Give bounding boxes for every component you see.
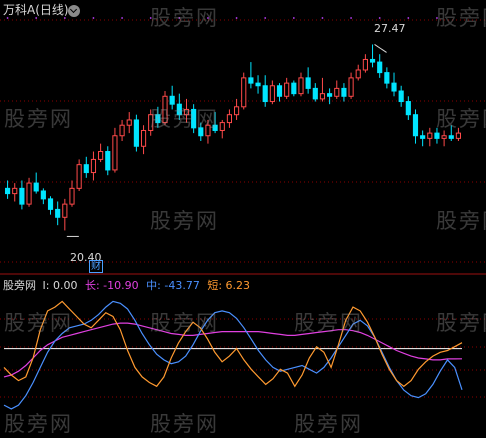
watermark: 股旁网 — [150, 412, 219, 436]
candle-body — [262, 85, 268, 103]
candle-body — [83, 164, 89, 174]
watermark: 股旁网 — [436, 6, 486, 30]
candle-body — [255, 82, 261, 87]
candle-body — [19, 187, 25, 205]
candle-body — [412, 114, 419, 137]
candle-body — [248, 77, 254, 84]
candle-body — [234, 106, 240, 116]
candle-body — [126, 119, 132, 126]
candle-body — [69, 187, 75, 205]
candle-body — [327, 93, 333, 97]
candle-body — [12, 187, 18, 195]
candle-body — [241, 77, 247, 108]
candle-body — [384, 72, 390, 84]
watermark: 股旁网 — [150, 107, 219, 131]
candle-body — [33, 182, 39, 192]
signal-dot — [407, 17, 410, 19]
short-value: 6.23 — [225, 279, 251, 292]
signal-dot — [92, 17, 95, 19]
chevron-down-icon[interactable] — [68, 5, 80, 17]
signal-dot — [35, 17, 38, 19]
candle-body — [298, 77, 304, 95]
candle-body — [391, 82, 397, 92]
candle-body — [405, 101, 411, 116]
candle-body — [377, 61, 383, 74]
watermark: 股旁网 — [294, 311, 363, 335]
candle-body — [26, 182, 32, 205]
candle-body — [334, 87, 340, 97]
gridlines — [0, 19, 486, 398]
watermark: 股旁网 — [150, 209, 219, 233]
candle-body — [90, 158, 97, 174]
candle-body — [355, 69, 361, 79]
candle-body — [98, 151, 104, 160]
candle-body — [312, 87, 318, 100]
watermark: 股旁网 — [4, 412, 73, 436]
candle-body — [55, 208, 61, 218]
candle-body — [398, 90, 404, 103]
signal-dot — [264, 17, 267, 19]
watermark: 股旁网 — [294, 412, 363, 436]
candle-body — [341, 87, 347, 97]
signal-dot — [350, 17, 352, 19]
chart-title: 万科A(日线) — [3, 3, 69, 17]
candle-body — [62, 203, 68, 218]
indicator-header: 股旁网 I: 0.00 长: -10.90 中: -43.77 短: 6.23 — [3, 279, 250, 292]
candle-body — [219, 122, 225, 131]
candle-body — [441, 135, 447, 139]
candlestick-series — [5, 44, 461, 231]
candle-body — [420, 135, 426, 139]
candle-body — [269, 85, 275, 103]
candle-body — [284, 82, 290, 97]
candle-body — [140, 129, 147, 147]
signal-dot — [235, 17, 238, 19]
candle-body — [348, 77, 354, 97]
candle-body — [305, 77, 311, 89]
indicator-name: 股旁网 — [3, 279, 36, 292]
watermark: 股旁网 — [150, 6, 219, 30]
high-price-label: 27.47 — [374, 22, 406, 35]
watermark: 股旁网 — [150, 311, 219, 335]
candle-body — [5, 187, 11, 195]
candle-body — [369, 58, 376, 63]
financial-report-badge[interactable]: 财 — [89, 260, 103, 273]
signal-dot — [63, 17, 66, 19]
mid-value: -43.77 — [164, 279, 200, 292]
candle-body — [119, 124, 125, 137]
watermark: 股旁网 — [436, 311, 486, 335]
signal-dot — [6, 17, 9, 19]
i-value: 0.00 — [52, 279, 78, 292]
long-value: -10.90 — [103, 279, 139, 292]
candle-body — [47, 198, 54, 210]
candle-body — [434, 132, 440, 139]
mid-label: 中: — [146, 279, 161, 292]
i-label: I: — [42, 279, 50, 292]
candle-body — [448, 135, 454, 139]
watermark: 股旁网 — [4, 311, 73, 335]
short-label: 短: — [207, 279, 223, 292]
signal-dot — [378, 17, 381, 19]
chart-canvas — [0, 17, 486, 410]
watermark: 股旁网 — [436, 107, 486, 131]
candle-body — [133, 119, 139, 147]
candle-body — [112, 135, 118, 171]
candle-body — [105, 151, 111, 171]
candle-body — [455, 132, 461, 139]
candle-body — [226, 114, 232, 124]
watermark: 股旁网 — [4, 107, 73, 131]
candle-body — [291, 82, 297, 95]
watermark: 股旁网 — [436, 209, 486, 233]
candle-body — [362, 58, 368, 71]
signal-dot — [121, 17, 123, 19]
candle-body — [427, 132, 433, 139]
candle-body — [76, 164, 82, 189]
signal-dot — [292, 17, 295, 19]
candle-body — [40, 190, 46, 200]
signal-dot — [321, 17, 324, 19]
candle-body — [276, 85, 283, 97]
candle-body — [319, 93, 326, 100]
high-marker-arrow — [374, 44, 387, 53]
long-label: 长: — [84, 279, 100, 292]
